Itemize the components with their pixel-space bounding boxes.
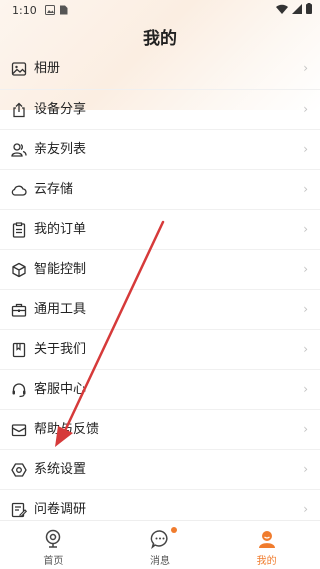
cloud-icon <box>11 185 27 196</box>
cube-icon <box>12 262 26 278</box>
chevron-right-icon: › <box>303 182 308 196</box>
menu-item-tools[interactable]: 通用工具 › <box>0 289 320 329</box>
menu-item-about[interactable]: 关于我们 › <box>0 329 320 369</box>
toolbox-icon <box>11 303 27 317</box>
contacts-icon <box>11 143 27 157</box>
bookmark-icon <box>12 342 26 358</box>
menu-item-album[interactable]: 相册 › <box>0 49 320 89</box>
message-icon <box>150 530 168 549</box>
chevron-right-icon: › <box>303 102 308 116</box>
menu-item-label: 智能控制 <box>34 262 87 277</box>
chevron-right-icon: › <box>303 422 308 436</box>
menu-item-my-orders[interactable]: 我的订单 › <box>0 209 320 249</box>
settings-icon <box>11 463 27 477</box>
camera-icon <box>46 529 61 548</box>
menu-item-label: 帮助与反馈 <box>34 422 100 437</box>
menu-item-label: 系统设置 <box>34 462 87 477</box>
bottom-tab-bar: 首页 消息 我的 <box>0 520 320 569</box>
chevron-right-icon: › <box>303 142 308 156</box>
sim-card-icon <box>59 5 68 15</box>
headset-icon <box>12 383 26 398</box>
chevron-right-icon: › <box>303 462 308 476</box>
menu-item-help-feedback[interactable]: 帮助与反馈 › <box>0 409 320 449</box>
settings-menu: 相册 › 设备分享 › 亲友列表 › 云存储 › 我的订单 › 智能控制 › 通… <box>0 49 320 529</box>
page-title: 我的 <box>143 29 177 49</box>
menu-item-contacts[interactable]: 亲友列表 › <box>0 129 320 169</box>
share-icon <box>13 102 25 118</box>
tab-home[interactable]: 首页 <box>0 521 107 569</box>
wifi-icon <box>276 4 288 14</box>
chevron-right-icon: › <box>303 382 308 396</box>
menu-item-system-settings[interactable]: 系统设置 › <box>0 449 320 489</box>
unread-badge <box>170 527 177 533</box>
status-bar: 1:10 <box>0 0 320 20</box>
chevron-right-icon: › <box>303 222 308 236</box>
chevron-right-icon: › <box>303 262 308 276</box>
menu-item-label: 关于我们 <box>34 342 87 357</box>
signal-icon <box>292 3 302 14</box>
menu-item-label: 客服中心 <box>34 382 87 397</box>
tab-label: 消息 <box>150 556 170 567</box>
chevron-right-icon: › <box>303 302 308 316</box>
tab-label: 我的 <box>256 556 277 567</box>
tab-messages[interactable]: 消息 <box>107 521 214 569</box>
menu-item-label: 我的订单 <box>34 222 87 237</box>
tab-label: 首页 <box>43 556 64 567</box>
chevron-right-icon: › <box>303 61 308 75</box>
tab-mine[interactable]: 我的 <box>213 521 320 569</box>
order-icon <box>12 222 26 238</box>
menu-item-device-share[interactable]: 设备分享 › <box>0 89 320 129</box>
survey-icon <box>11 502 27 518</box>
image-notification-icon <box>44 5 55 15</box>
chevron-right-icon: › <box>303 502 308 516</box>
battery-icon <box>306 3 312 14</box>
mail-icon <box>11 424 27 437</box>
menu-item-smart-control[interactable]: 智能控制 › <box>0 249 320 289</box>
menu-item-customer-service[interactable]: 客服中心 › <box>0 369 320 409</box>
status-time: 1:10 <box>12 3 37 17</box>
menu-item-label: 设备分享 <box>34 102 87 117</box>
menu-item-label: 相册 <box>34 61 61 76</box>
photo-album-icon <box>11 62 27 76</box>
menu-item-label: 云存储 <box>34 182 74 197</box>
menu-item-label: 亲友列表 <box>34 142 87 157</box>
menu-item-label: 通用工具 <box>34 302 87 317</box>
menu-item-label: 问卷调研 <box>34 502 87 517</box>
menu-item-cloud-storage[interactable]: 云存储 › <box>0 169 320 209</box>
chevron-right-icon: › <box>303 342 308 356</box>
user-icon <box>258 531 275 548</box>
